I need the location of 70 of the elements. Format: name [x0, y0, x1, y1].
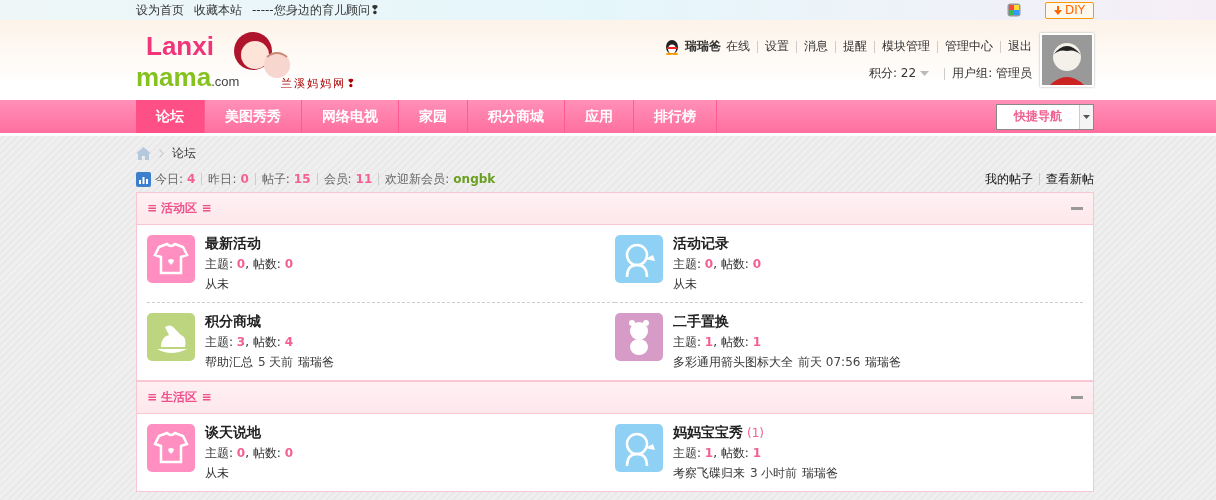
stat-label: 帖子: [261, 170, 290, 188]
quick-nav-dropdown[interactable] [1079, 104, 1093, 129]
download-arrow-icon [1053, 5, 1062, 15]
logo-word: Lanxi [146, 31, 215, 62]
forum-name[interactable]: 积分商城 [205, 313, 261, 331]
top-link[interactable]: 设为首页 [136, 1, 184, 19]
credits-link[interactable]: 积分: 22 [869, 65, 930, 82]
user-group: 用户组: 管理员 [952, 65, 1032, 82]
palette-icon[interactable] [1006, 3, 1021, 17]
last-post-time: 5 天前 [258, 354, 294, 371]
forum-icon[interactable] [147, 424, 195, 472]
caret-icon [1083, 114, 1090, 119]
stat-value: 11 [355, 172, 373, 186]
penguin-icon [664, 38, 680, 55]
last-post-link[interactable]: 多彩通用箭头图标大全 [673, 354, 793, 371]
breadcrumb-current: 论坛 [172, 144, 196, 162]
home-icon[interactable] [136, 146, 151, 160]
forum-counts: 主题: 1, 帖数: 1 [673, 445, 763, 462]
forum-icon[interactable] [147, 235, 195, 283]
forum-icon[interactable] [615, 235, 663, 283]
stat-label: 欢迎新会员: [385, 170, 450, 188]
chart-icon [136, 171, 151, 187]
online-status: 在线 [726, 38, 750, 55]
forum-name[interactable]: 活动记录 [673, 235, 729, 253]
last-post-time: 前天 07:56 [798, 354, 861, 371]
user-name[interactable]: 瑞瑞爸 [685, 38, 721, 55]
forum-counts: 主题: 0, 帖数: 0 [205, 256, 294, 273]
forum-counts: 主题: 0, 帖数: 0 [673, 256, 762, 273]
logo-suffix: .com [211, 74, 240, 89]
last-post-author[interactable]: 瑞瑞爸 [865, 354, 902, 371]
last-post-link[interactable]: 考察飞碟归来 [673, 465, 745, 482]
user-menu-link[interactable]: 设置 [765, 38, 789, 55]
logo-tagline: 兰溪妈妈网❢ [281, 76, 358, 91]
last-post-none: 从未 [205, 465, 229, 482]
logo-word: mama [136, 62, 212, 93]
forum-icon[interactable] [615, 313, 663, 361]
forum-counts: 主题: 0, 帖数: 0 [205, 445, 294, 462]
last-post-time: 3 小时前 [750, 465, 798, 482]
last-post-link[interactable]: 帮助汇总 [205, 354, 253, 371]
caret-icon [920, 71, 930, 76]
user-menu-link[interactable]: 提醒 [843, 38, 867, 55]
user-menu-link[interactable]: 模块管理 [882, 38, 930, 55]
forum-counts: 主题: 1, 帖数: 1 [673, 334, 763, 351]
user-menu-link[interactable]: 管理中心 [945, 38, 993, 55]
forum-icon[interactable] [147, 313, 195, 361]
forum-name[interactable]: 谈天说地 [205, 424, 261, 442]
stat-value: 4 [187, 172, 196, 186]
last-post-none: 从未 [205, 276, 229, 293]
last-post-author[interactable]: 瑞瑞爸 [298, 354, 335, 371]
avatar[interactable] [1040, 33, 1094, 87]
forum-name[interactable]: 最新活动 [205, 235, 261, 253]
last-post-author[interactable]: 瑞瑞爸 [802, 465, 839, 482]
stat-value: 15 [293, 172, 311, 186]
site-slogan: -----您身边的育儿顾问❢ [252, 1, 380, 19]
forum-counts: 主题: 3, 帖数: 4 [205, 334, 295, 351]
today-count: (1) [747, 426, 764, 440]
user-menu-link[interactable]: 消息 [804, 38, 828, 55]
stat-value: 0 [240, 172, 249, 186]
user-menu-link[interactable]: 退出 [1008, 38, 1032, 55]
post-link[interactable]: 我的帖子 [985, 170, 1033, 188]
stat-label: 昨日: [208, 170, 237, 188]
forum-name[interactable]: 二手置换 [673, 313, 729, 331]
chevron-icon [159, 148, 164, 158]
last-post-none: 从未 [673, 276, 697, 293]
post-link[interactable]: 查看新帖 [1046, 170, 1094, 188]
forum-icon[interactable] [615, 424, 663, 472]
stat-label: 今日: [155, 170, 184, 188]
forum-name[interactable]: 妈妈宝宝秀 [673, 424, 743, 442]
top-link[interactable]: 收藏本站 [194, 1, 242, 19]
stat-label: 会员: [323, 170, 352, 188]
